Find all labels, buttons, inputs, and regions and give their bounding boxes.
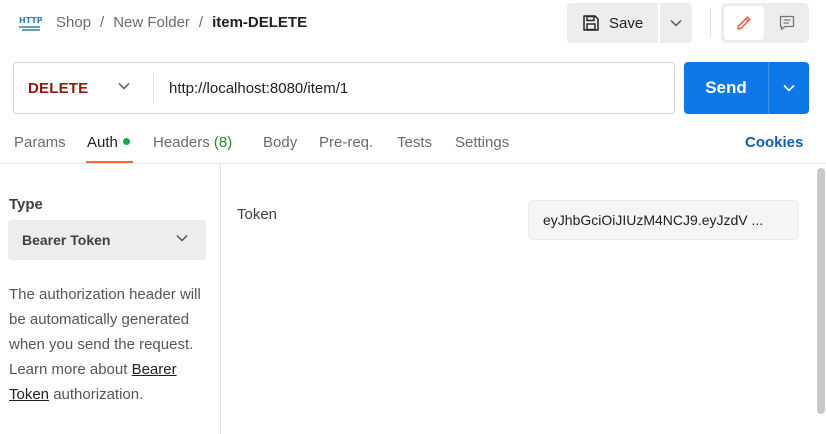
send-button[interactable]: Send: [684, 62, 768, 114]
breadcrumb-separator: /: [100, 14, 105, 31]
method-label: DELETE: [28, 79, 89, 97]
header-divider: [710, 8, 711, 38]
save-label: Save: [609, 14, 644, 32]
tab-label: Params: [14, 134, 66, 151]
tab-settings[interactable]: Settings: [455, 134, 509, 151]
url-input[interactable]: [169, 77, 659, 99]
chevron-down-icon: [118, 82, 130, 90]
request-header: HTTP Shop / New Folder / item-DELETE Sav…: [0, 0, 826, 50]
tab-label: Headers: [153, 134, 210, 151]
tab-body[interactable]: Body: [263, 134, 297, 151]
request-name[interactable]: item-DELETE: [212, 14, 307, 31]
cookies-link[interactable]: Cookies: [745, 134, 803, 151]
auth-status-dot: [122, 138, 130, 145]
auth-description-suffix: authorization.: [49, 386, 144, 403]
send-options-button[interactable]: [769, 62, 809, 114]
tab-label: Settings: [455, 134, 510, 151]
send-group: Send: [684, 62, 809, 114]
breadcrumb: Shop / New Folder / item-DELETE: [56, 14, 307, 31]
headers-count: (8): [213, 134, 233, 151]
save-group: Save: [567, 3, 692, 43]
breadcrumb-item-shop[interactable]: Shop: [56, 14, 91, 31]
token-input[interactable]: eyJhbGciOiJIUzM4NCJ9.eyJzdV ...: [528, 200, 799, 240]
breadcrumb-item-new-folder[interactable]: New Folder: [113, 14, 190, 31]
send-label: Send: [705, 78, 747, 97]
chevron-down-icon: [783, 84, 795, 92]
scrollbar[interactable]: [817, 168, 825, 414]
tab-label: Tests: [397, 134, 433, 151]
tab-tests[interactable]: Tests: [397, 134, 432, 151]
auth-type-panel: Type Bearer Token The authorization head…: [0, 165, 221, 434]
save-button[interactable]: Save: [567, 3, 658, 43]
view-mode-toggle: [721, 3, 809, 43]
tab-headers[interactable]: Headers (8): [153, 134, 232, 151]
save-icon: [583, 15, 599, 31]
tab-label: Body: [263, 134, 298, 151]
save-options-button[interactable]: [660, 3, 692, 43]
tab-auth[interactable]: Auth: [87, 134, 130, 151]
auth-type-label: Type: [9, 196, 43, 213]
request-tabs: Params Auth Headers (8) Body Pre-req. Te…: [0, 128, 826, 164]
token-label: Token: [237, 206, 278, 223]
svg-text:HTTP: HTTP: [19, 16, 42, 25]
edit-mode-button[interactable]: [724, 6, 764, 40]
chevron-down-icon: [670, 19, 682, 27]
tab-pre-request[interactable]: Pre-req.: [319, 134, 373, 151]
url-divider: [153, 73, 154, 103]
active-tab-indicator: [86, 161, 133, 163]
tab-params[interactable]: Params: [14, 134, 66, 151]
breadcrumb-separator: /: [198, 14, 204, 31]
comment-icon: [779, 15, 795, 31]
method-select[interactable]: DELETE: [14, 63, 153, 113]
request-bar: DELETE: [13, 62, 675, 114]
auth-description: The authorization header will be automat…: [9, 282, 209, 407]
tab-label: Auth: [87, 134, 118, 151]
pencil-icon: [737, 16, 751, 30]
auth-type-value: Bearer Token: [22, 232, 111, 248]
tab-label: Pre-req.: [319, 134, 374, 151]
http-request-icon: HTTP: [18, 12, 43, 32]
auth-type-select[interactable]: Bearer Token: [8, 220, 206, 260]
chevron-down-icon: [176, 234, 188, 242]
comment-mode-button[interactable]: [767, 6, 807, 40]
